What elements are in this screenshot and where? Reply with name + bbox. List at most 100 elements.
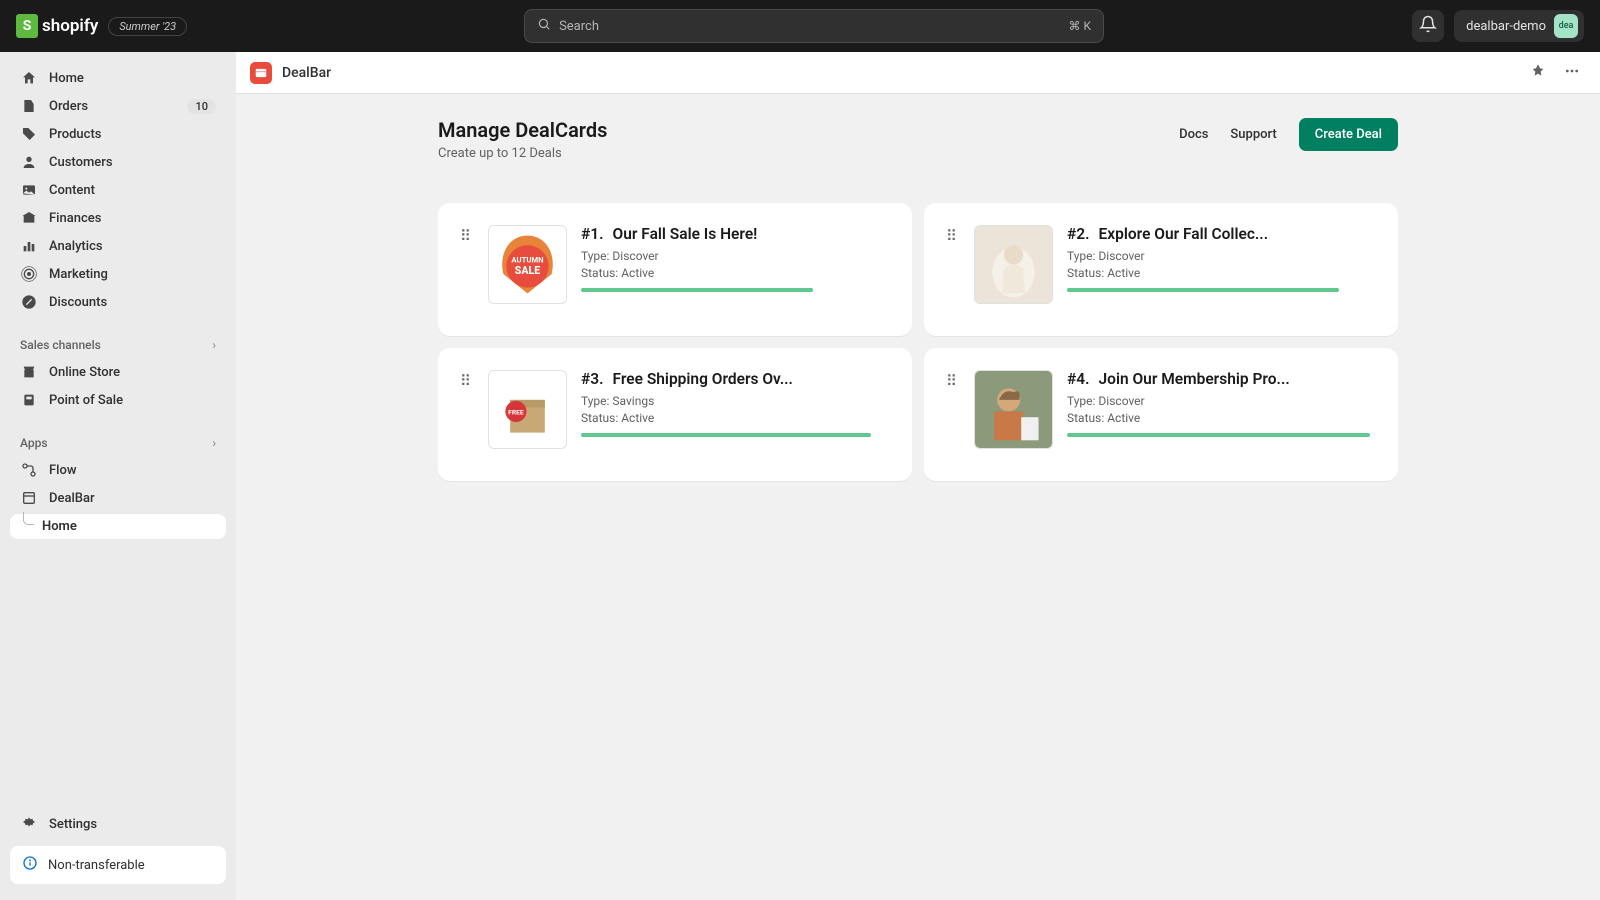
store-icon bbox=[20, 363, 38, 381]
shopify-logo[interactable]: S shopify bbox=[16, 14, 98, 38]
more-button[interactable] bbox=[1558, 59, 1586, 87]
deal-progress bbox=[581, 288, 813, 292]
gear-icon bbox=[20, 815, 38, 833]
dots-icon bbox=[1564, 63, 1580, 83]
content-icon bbox=[20, 181, 38, 199]
app-header-actions bbox=[1524, 59, 1586, 87]
deal-card[interactable]: ⠿ AUTUMNSALE #1.Our Fall Sale Is Here! T… bbox=[438, 203, 912, 336]
page-head: Manage DealCards Create up to 12 Deals D… bbox=[438, 118, 1398, 161]
nav-label: Flow bbox=[49, 463, 77, 478]
summer-badge[interactable]: Summer '23 bbox=[108, 17, 187, 36]
app-icon bbox=[20, 489, 38, 507]
nav-label: Products bbox=[49, 127, 101, 142]
analytics-icon bbox=[20, 237, 38, 255]
nav-online-store[interactable]: Online Store bbox=[10, 358, 226, 386]
deal-card-body: #2.Explore Our Fall Collec... Type: Disc… bbox=[1067, 225, 1376, 292]
nav-label: Point of Sale bbox=[49, 393, 123, 408]
deal-card-body: #1.Our Fall Sale Is Here! Type: Discover… bbox=[581, 225, 890, 292]
drag-handle-icon[interactable]: ⠿ bbox=[460, 225, 474, 244]
nav-label: DealBar bbox=[49, 491, 95, 506]
svg-text:SALE: SALE bbox=[515, 264, 540, 277]
nav-home[interactable]: Home bbox=[10, 64, 226, 92]
info-icon bbox=[22, 855, 38, 875]
deals-grid: ⠿ AUTUMNSALE #1.Our Fall Sale Is Here! T… bbox=[438, 203, 1398, 481]
deal-card-body: #3.Free Shipping Orders Ov... Type: Savi… bbox=[581, 370, 890, 437]
home-icon bbox=[20, 69, 38, 87]
deal-thumbnail: FREE bbox=[488, 370, 567, 449]
nontransferable-label: Non-transferable bbox=[48, 858, 145, 873]
nav-app-dealbar-home[interactable]: Home bbox=[10, 514, 226, 539]
svg-text:FREE: FREE bbox=[508, 408, 524, 416]
deal-card-body: #4.Join Our Membership Pro... Type: Disc… bbox=[1067, 370, 1376, 437]
drag-handle-icon[interactable]: ⠿ bbox=[460, 370, 474, 389]
deal-thumbnail bbox=[974, 370, 1053, 449]
finances-icon bbox=[20, 209, 38, 227]
deal-status: Status: Active bbox=[1067, 410, 1376, 427]
search-icon bbox=[537, 17, 551, 35]
deal-progress bbox=[581, 433, 871, 437]
nav-label: Customers bbox=[49, 155, 113, 170]
docs-link[interactable]: Docs bbox=[1179, 127, 1208, 142]
notifications-button[interactable] bbox=[1412, 10, 1444, 42]
app-header: DealBar bbox=[236, 52, 1600, 94]
deal-title: #4.Join Our Membership Pro... bbox=[1067, 370, 1376, 388]
nav-finances[interactable]: Finances bbox=[10, 204, 226, 232]
flow-icon bbox=[20, 461, 38, 479]
nav-discounts[interactable]: Discounts bbox=[10, 288, 226, 316]
search-kbd: ⌘ K bbox=[1069, 19, 1092, 33]
sidebar: Home Orders 10 Products Customers Conten… bbox=[0, 52, 236, 900]
orders-badge: 10 bbox=[187, 99, 216, 114]
deal-title: #2.Explore Our Fall Collec... bbox=[1067, 225, 1376, 243]
deal-type: Type: Discover bbox=[1067, 393, 1376, 410]
chevron-right-icon: › bbox=[212, 436, 216, 450]
content: Manage DealCards Create up to 12 Deals D… bbox=[398, 94, 1438, 505]
customers-icon bbox=[20, 153, 38, 171]
nav-app-dealbar[interactable]: DealBar bbox=[10, 484, 226, 512]
apps-header[interactable]: Apps › bbox=[10, 430, 226, 456]
deal-progress bbox=[1067, 433, 1370, 437]
nav-label: Content bbox=[49, 183, 95, 198]
store-switcher[interactable]: dealbar-demo dea bbox=[1454, 10, 1584, 42]
deal-title: #3.Free Shipping Orders Ov... bbox=[581, 370, 890, 388]
nav-settings[interactable]: Settings bbox=[10, 810, 226, 838]
nav-customers[interactable]: Customers bbox=[10, 148, 226, 176]
app-name: DealBar bbox=[282, 65, 331, 81]
deal-title: #1.Our Fall Sale Is Here! bbox=[581, 225, 890, 243]
nav-content[interactable]: Content bbox=[10, 176, 226, 204]
create-deal-button[interactable]: Create Deal bbox=[1299, 118, 1398, 151]
nontransferable-tag[interactable]: Non-transferable bbox=[10, 846, 226, 884]
shopify-bag-icon: S bbox=[16, 14, 38, 38]
head-actions: Docs Support Create Deal bbox=[1179, 118, 1398, 151]
nav-analytics[interactable]: Analytics bbox=[10, 232, 226, 260]
drag-handle-icon[interactable]: ⠿ bbox=[946, 225, 960, 244]
deal-card[interactable]: ⠿ FREE #3.Free Shipping Orders Ov... Typ… bbox=[438, 348, 912, 481]
nav-orders[interactable]: Orders 10 bbox=[10, 92, 226, 120]
deal-card[interactable]: ⠿ #2.Explore Our Fall Collec... Type: Di… bbox=[924, 203, 1398, 336]
drag-handle-icon[interactable]: ⠿ bbox=[946, 370, 960, 389]
nav-label: Home bbox=[49, 71, 84, 86]
deal-card[interactable]: ⠿ #4.Join Our Membership Pro... Type: Di… bbox=[924, 348, 1398, 481]
logo-group: S shopify Summer '23 bbox=[16, 14, 216, 38]
nav-label: Home bbox=[42, 519, 77, 534]
nav-label: Orders bbox=[49, 99, 88, 114]
deal-type: Type: Savings bbox=[581, 393, 890, 410]
support-link[interactable]: Support bbox=[1230, 127, 1276, 142]
nav-pos[interactable]: Point of Sale bbox=[10, 386, 226, 414]
nav-products[interactable]: Products bbox=[10, 120, 226, 148]
page-title-group: Manage DealCards Create up to 12 Deals bbox=[438, 118, 607, 161]
deal-status: Status: Active bbox=[581, 410, 890, 427]
search-input[interactable]: Search ⌘ K bbox=[524, 9, 1104, 43]
sales-channels-header[interactable]: Sales channels › bbox=[10, 332, 226, 358]
nav-label: Analytics bbox=[49, 239, 103, 254]
nav-label: Marketing bbox=[49, 267, 108, 282]
deal-status: Status: Active bbox=[581, 265, 890, 282]
page-title: Manage DealCards bbox=[438, 118, 607, 142]
nav-app-flow[interactable]: Flow bbox=[10, 456, 226, 484]
page-subtitle: Create up to 12 Deals bbox=[438, 146, 607, 161]
nav-marketing[interactable]: Marketing bbox=[10, 260, 226, 288]
orders-icon bbox=[20, 97, 38, 115]
chevron-right-icon: › bbox=[212, 338, 216, 352]
pin-button[interactable] bbox=[1524, 59, 1552, 87]
dealbar-app-icon bbox=[250, 62, 272, 84]
section-label: Sales channels bbox=[20, 338, 101, 352]
